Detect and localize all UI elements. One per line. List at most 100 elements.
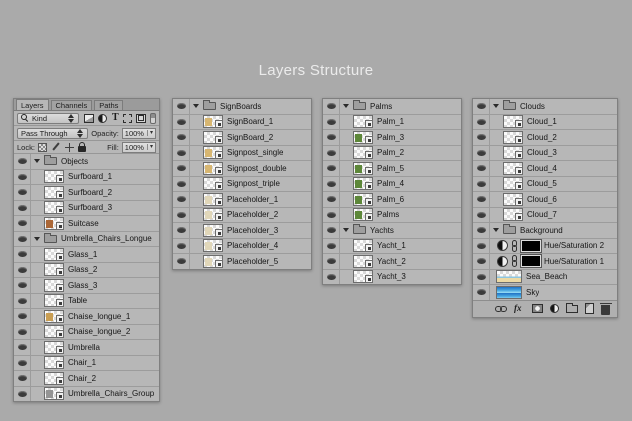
type-filter-icon[interactable] — [111, 113, 119, 123]
layer-thumbnail[interactable] — [203, 115, 223, 128]
visibility-toggle[interactable] — [14, 325, 31, 340]
layer-thumbnail[interactable] — [44, 372, 64, 385]
visibility-toggle[interactable] — [173, 239, 190, 254]
visibility-toggle[interactable] — [473, 270, 490, 285]
visibility-toggle[interactable] — [173, 99, 190, 114]
layer-thumbnail[interactable] — [44, 294, 64, 307]
layer-row[interactable]: Hue/Saturation 1 — [473, 254, 617, 270]
layer-thumbnail[interactable] — [203, 208, 223, 221]
layer-thumbnail[interactable] — [44, 170, 64, 183]
lock-transparency-icon[interactable] — [38, 143, 47, 152]
layer-thumbnail[interactable] — [353, 270, 373, 283]
layer-thumbnail[interactable] — [353, 177, 373, 190]
visibility-toggle[interactable] — [323, 208, 340, 223]
group-row[interactable]: Yachts — [323, 223, 461, 239]
layer-row[interactable]: Signpost_single — [173, 146, 311, 162]
layer-thumbnail[interactable] — [503, 115, 523, 128]
visibility-toggle[interactable] — [14, 263, 31, 278]
layer-thumbnail[interactable] — [44, 201, 64, 214]
lock-move-icon[interactable] — [65, 143, 74, 152]
visibility-toggle[interactable] — [14, 170, 31, 185]
layer-row[interactable]: Cloud_5 — [473, 177, 617, 193]
group-row[interactable]: Clouds — [473, 99, 617, 115]
layer-thumbnail[interactable] — [203, 131, 223, 144]
layer-row[interactable]: Cloud_6 — [473, 192, 617, 208]
visibility-toggle[interactable] — [14, 371, 31, 386]
visibility-toggle[interactable] — [323, 192, 340, 207]
folder-icon[interactable] — [566, 305, 578, 313]
layer-row[interactable]: Placeholder_2 — [173, 208, 311, 224]
layer-row[interactable]: Suitcase — [14, 216, 159, 232]
layer-thumbnail[interactable] — [353, 208, 373, 221]
layer-row[interactable]: Surfboard_1 — [14, 170, 159, 186]
opacity-value[interactable]: 100% ▾ — [122, 128, 156, 139]
layer-row[interactable]: Cloud_3 — [473, 146, 617, 162]
layer-thumbnail[interactable] — [203, 162, 223, 175]
layer-row[interactable]: Surfboard_3 — [14, 201, 159, 217]
visibility-toggle[interactable] — [473, 146, 490, 161]
visibility-toggle[interactable] — [173, 130, 190, 145]
visibility-toggle[interactable] — [473, 130, 490, 145]
pixel-filter-icon[interactable] — [84, 114, 94, 123]
layer-row[interactable]: Palm_2 — [323, 146, 461, 162]
visibility-toggle[interactable] — [473, 285, 490, 300]
layer-thumbnail[interactable] — [503, 193, 523, 206]
layer-thumbnail[interactable] — [353, 255, 373, 268]
fx-icon[interactable] — [514, 304, 525, 314]
expand-triangle-icon[interactable] — [34, 159, 40, 163]
visibility-toggle[interactable] — [14, 340, 31, 355]
layer-thumbnail[interactable] — [44, 263, 64, 276]
layer-mask-icon[interactable] — [532, 304, 543, 313]
layer-row[interactable]: Placeholder_1 — [173, 192, 311, 208]
visibility-toggle[interactable] — [473, 208, 490, 223]
expand-triangle-icon[interactable] — [493, 104, 499, 108]
layer-thumbnail[interactable] — [503, 208, 523, 221]
layer-thumbnail[interactable] — [503, 131, 523, 144]
layer-thumbnail[interactable] — [353, 115, 373, 128]
layer-row[interactable]: Cloud_2 — [473, 130, 617, 146]
layer-row[interactable]: Palm_6 — [323, 192, 461, 208]
lock-all-icon[interactable] — [78, 146, 86, 152]
group-row[interactable]: Background — [473, 223, 617, 239]
visibility-toggle[interactable] — [173, 254, 190, 269]
group-row[interactable]: Palms — [323, 99, 461, 115]
layer-thumbnail[interactable] — [353, 239, 373, 252]
layer-row[interactable]: Yacht_1 — [323, 239, 461, 255]
adjustment-icon[interactable] — [550, 304, 559, 313]
layer-thumbnail[interactable] — [496, 270, 522, 283]
layer-row[interactable]: Signpost_triple — [173, 177, 311, 193]
smart-object-filter-icon[interactable] — [136, 114, 146, 123]
visibility-toggle[interactable] — [473, 239, 490, 254]
layer-row[interactable]: Surfboard_2 — [14, 185, 159, 201]
layer-row[interactable]: Palms — [323, 208, 461, 224]
visibility-toggle[interactable] — [323, 254, 340, 269]
visibility-toggle[interactable] — [14, 309, 31, 324]
shape-filter-icon[interactable] — [123, 114, 132, 123]
layer-thumbnail[interactable] — [503, 177, 523, 190]
visibility-toggle[interactable] — [473, 99, 490, 114]
visibility-toggle[interactable] — [14, 216, 31, 231]
layer-row[interactable]: Chair_2 — [14, 371, 159, 387]
mask-thumbnail[interactable] — [521, 255, 541, 267]
visibility-toggle[interactable] — [14, 232, 31, 247]
layer-row[interactable]: Chaise_longue_2 — [14, 325, 159, 341]
layer-row[interactable]: Palm_5 — [323, 161, 461, 177]
layer-thumbnail[interactable] — [203, 193, 223, 206]
visibility-toggle[interactable] — [14, 201, 31, 216]
visibility-toggle[interactable] — [323, 161, 340, 176]
layer-thumbnail[interactable] — [44, 186, 64, 199]
visibility-toggle[interactable] — [14, 247, 31, 262]
visibility-toggle[interactable] — [14, 294, 31, 309]
layer-thumbnail[interactable] — [44, 325, 64, 338]
layer-thumbnail[interactable] — [353, 131, 373, 144]
visibility-toggle[interactable] — [14, 154, 31, 169]
visibility-toggle[interactable] — [14, 356, 31, 371]
visibility-toggle[interactable] — [173, 223, 190, 238]
layer-row[interactable]: Palm_1 — [323, 115, 461, 131]
layer-row[interactable]: Placeholder_4 — [173, 239, 311, 255]
layer-row[interactable]: SignBoard_1 — [173, 115, 311, 131]
visibility-toggle[interactable] — [323, 115, 340, 130]
layer-thumbnail[interactable] — [44, 387, 64, 400]
layer-row[interactable]: Sky — [473, 285, 617, 300]
visibility-toggle[interactable] — [473, 192, 490, 207]
